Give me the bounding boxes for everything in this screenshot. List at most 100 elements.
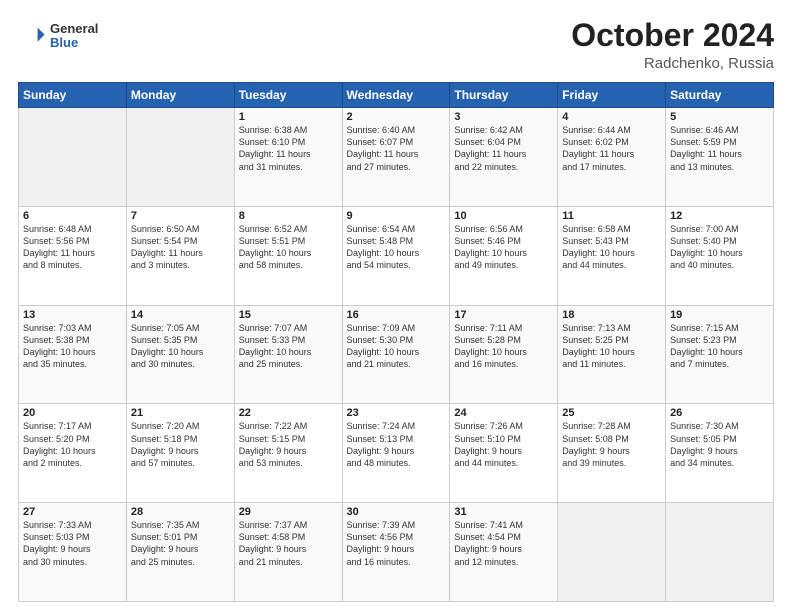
cell-info: Sunrise: 6:40 AM Sunset: 6:07 PM Dayligh… xyxy=(347,124,446,173)
cell-info: Sunrise: 7:13 AM Sunset: 5:25 PM Dayligh… xyxy=(562,322,661,371)
calendar-week: 13Sunrise: 7:03 AM Sunset: 5:38 PM Dayli… xyxy=(19,305,774,404)
day-number: 28 xyxy=(131,506,230,518)
calendar-week: 27Sunrise: 7:33 AM Sunset: 5:03 PM Dayli… xyxy=(19,503,774,602)
calendar-week: 1Sunrise: 6:38 AM Sunset: 6:10 PM Daylig… xyxy=(19,108,774,207)
calendar-cell xyxy=(126,108,234,207)
cell-info: Sunrise: 7:24 AM Sunset: 5:13 PM Dayligh… xyxy=(347,420,446,469)
calendar-cell: 7Sunrise: 6:50 AM Sunset: 5:54 PM Daylig… xyxy=(126,206,234,305)
day-number: 3 xyxy=(454,111,553,123)
cell-info: Sunrise: 6:54 AM Sunset: 5:48 PM Dayligh… xyxy=(347,223,446,272)
day-number: 24 xyxy=(454,407,553,419)
logo-blue-text: Blue xyxy=(50,36,98,50)
day-number: 25 xyxy=(562,407,661,419)
day-header: Monday xyxy=(126,83,234,108)
calendar-week: 20Sunrise: 7:17 AM Sunset: 5:20 PM Dayli… xyxy=(19,404,774,503)
day-number: 8 xyxy=(239,210,338,222)
day-number: 18 xyxy=(562,309,661,321)
month-title: October 2024 xyxy=(571,18,774,53)
cell-info: Sunrise: 7:17 AM Sunset: 5:20 PM Dayligh… xyxy=(23,420,122,469)
cell-info: Sunrise: 7:26 AM Sunset: 5:10 PM Dayligh… xyxy=(454,420,553,469)
calendar-cell: 16Sunrise: 7:09 AM Sunset: 5:30 PM Dayli… xyxy=(342,305,450,404)
day-number: 29 xyxy=(239,506,338,518)
calendar-cell: 22Sunrise: 7:22 AM Sunset: 5:15 PM Dayli… xyxy=(234,404,342,503)
calendar-cell: 14Sunrise: 7:05 AM Sunset: 5:35 PM Dayli… xyxy=(126,305,234,404)
calendar-cell: 6Sunrise: 6:48 AM Sunset: 5:56 PM Daylig… xyxy=(19,206,127,305)
calendar-cell: 8Sunrise: 6:52 AM Sunset: 5:51 PM Daylig… xyxy=(234,206,342,305)
day-number: 22 xyxy=(239,407,338,419)
calendar-cell: 19Sunrise: 7:15 AM Sunset: 5:23 PM Dayli… xyxy=(666,305,774,404)
day-header: Tuesday xyxy=(234,83,342,108)
logo-general-text: General xyxy=(50,22,98,36)
calendar-cell: 28Sunrise: 7:35 AM Sunset: 5:01 PM Dayli… xyxy=(126,503,234,602)
logo-text: General Blue xyxy=(50,22,98,51)
calendar-cell: 3Sunrise: 6:42 AM Sunset: 6:04 PM Daylig… xyxy=(450,108,558,207)
cell-info: Sunrise: 7:15 AM Sunset: 5:23 PM Dayligh… xyxy=(670,322,769,371)
day-number: 30 xyxy=(347,506,446,518)
cell-info: Sunrise: 6:52 AM Sunset: 5:51 PM Dayligh… xyxy=(239,223,338,272)
cell-info: Sunrise: 6:50 AM Sunset: 5:54 PM Dayligh… xyxy=(131,223,230,272)
calendar-cell: 5Sunrise: 6:46 AM Sunset: 5:59 PM Daylig… xyxy=(666,108,774,207)
calendar-cell: 1Sunrise: 6:38 AM Sunset: 6:10 PM Daylig… xyxy=(234,108,342,207)
cell-info: Sunrise: 7:22 AM Sunset: 5:15 PM Dayligh… xyxy=(239,420,338,469)
calendar-cell: 11Sunrise: 6:58 AM Sunset: 5:43 PM Dayli… xyxy=(558,206,666,305)
calendar-cell: 2Sunrise: 6:40 AM Sunset: 6:07 PM Daylig… xyxy=(342,108,450,207)
cell-info: Sunrise: 7:41 AM Sunset: 4:54 PM Dayligh… xyxy=(454,519,553,568)
calendar-cell xyxy=(19,108,127,207)
cell-info: Sunrise: 7:30 AM Sunset: 5:05 PM Dayligh… xyxy=(670,420,769,469)
calendar-cell: 29Sunrise: 7:37 AM Sunset: 4:58 PM Dayli… xyxy=(234,503,342,602)
cell-info: Sunrise: 7:09 AM Sunset: 5:30 PM Dayligh… xyxy=(347,322,446,371)
page: General Blue October 2024 Radchenko, Rus… xyxy=(0,0,792,612)
logo-icon xyxy=(18,22,46,50)
day-number: 7 xyxy=(131,210,230,222)
cell-info: Sunrise: 7:07 AM Sunset: 5:33 PM Dayligh… xyxy=(239,322,338,371)
cell-info: Sunrise: 6:44 AM Sunset: 6:02 PM Dayligh… xyxy=(562,124,661,173)
day-number: 19 xyxy=(670,309,769,321)
calendar-cell: 13Sunrise: 7:03 AM Sunset: 5:38 PM Dayli… xyxy=(19,305,127,404)
cell-info: Sunrise: 7:11 AM Sunset: 5:28 PM Dayligh… xyxy=(454,322,553,371)
day-number: 13 xyxy=(23,309,122,321)
day-header: Friday xyxy=(558,83,666,108)
day-number: 12 xyxy=(670,210,769,222)
cell-info: Sunrise: 7:20 AM Sunset: 5:18 PM Dayligh… xyxy=(131,420,230,469)
calendar-cell: 25Sunrise: 7:28 AM Sunset: 5:08 PM Dayli… xyxy=(558,404,666,503)
day-number: 2 xyxy=(347,111,446,123)
calendar-cell: 18Sunrise: 7:13 AM Sunset: 5:25 PM Dayli… xyxy=(558,305,666,404)
cell-info: Sunrise: 6:58 AM Sunset: 5:43 PM Dayligh… xyxy=(562,223,661,272)
calendar-cell: 12Sunrise: 7:00 AM Sunset: 5:40 PM Dayli… xyxy=(666,206,774,305)
day-number: 20 xyxy=(23,407,122,419)
day-number: 27 xyxy=(23,506,122,518)
cell-info: Sunrise: 6:56 AM Sunset: 5:46 PM Dayligh… xyxy=(454,223,553,272)
title-block: October 2024 Radchenko, Russia xyxy=(571,18,774,72)
day-number: 6 xyxy=(23,210,122,222)
cell-info: Sunrise: 7:00 AM Sunset: 5:40 PM Dayligh… xyxy=(670,223,769,272)
calendar-cell xyxy=(558,503,666,602)
cell-info: Sunrise: 6:46 AM Sunset: 5:59 PM Dayligh… xyxy=(670,124,769,173)
day-header: Saturday xyxy=(666,83,774,108)
calendar-cell: 15Sunrise: 7:07 AM Sunset: 5:33 PM Dayli… xyxy=(234,305,342,404)
calendar-cell: 30Sunrise: 7:39 AM Sunset: 4:56 PM Dayli… xyxy=(342,503,450,602)
day-number: 10 xyxy=(454,210,553,222)
cell-info: Sunrise: 7:33 AM Sunset: 5:03 PM Dayligh… xyxy=(23,519,122,568)
cell-info: Sunrise: 6:48 AM Sunset: 5:56 PM Dayligh… xyxy=(23,223,122,272)
calendar-cell: 21Sunrise: 7:20 AM Sunset: 5:18 PM Dayli… xyxy=(126,404,234,503)
logo: General Blue xyxy=(18,22,98,51)
cell-info: Sunrise: 7:35 AM Sunset: 5:01 PM Dayligh… xyxy=(131,519,230,568)
location: Radchenko, Russia xyxy=(571,55,774,72)
calendar-cell: 23Sunrise: 7:24 AM Sunset: 5:13 PM Dayli… xyxy=(342,404,450,503)
day-header: Wednesday xyxy=(342,83,450,108)
calendar-table: SundayMondayTuesdayWednesdayThursdayFrid… xyxy=(18,82,774,602)
calendar-cell: 27Sunrise: 7:33 AM Sunset: 5:03 PM Dayli… xyxy=(19,503,127,602)
calendar-cell: 4Sunrise: 6:44 AM Sunset: 6:02 PM Daylig… xyxy=(558,108,666,207)
day-number: 1 xyxy=(239,111,338,123)
calendar-week: 6Sunrise: 6:48 AM Sunset: 5:56 PM Daylig… xyxy=(19,206,774,305)
day-number: 11 xyxy=(562,210,661,222)
day-number: 23 xyxy=(347,407,446,419)
day-number: 17 xyxy=(454,309,553,321)
cell-info: Sunrise: 6:38 AM Sunset: 6:10 PM Dayligh… xyxy=(239,124,338,173)
day-header: Sunday xyxy=(19,83,127,108)
calendar-body: 1Sunrise: 6:38 AM Sunset: 6:10 PM Daylig… xyxy=(19,108,774,602)
calendar-cell: 26Sunrise: 7:30 AM Sunset: 5:05 PM Dayli… xyxy=(666,404,774,503)
day-number: 26 xyxy=(670,407,769,419)
header: General Blue October 2024 Radchenko, Rus… xyxy=(18,18,774,72)
day-number: 5 xyxy=(670,111,769,123)
